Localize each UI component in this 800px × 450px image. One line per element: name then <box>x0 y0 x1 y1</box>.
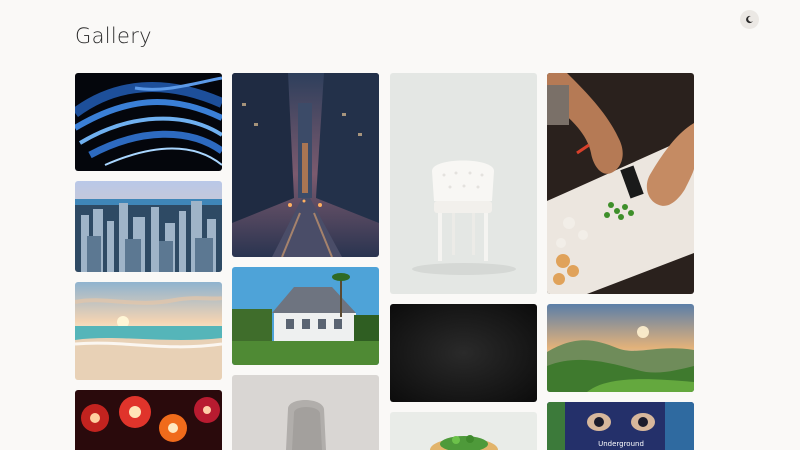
photo-beach-sunset[interactable] <box>75 282 222 380</box>
moon-icon <box>746 15 753 24</box>
theme-toggle-button[interactable] <box>740 10 759 29</box>
photo-chef-chopping[interactable] <box>547 73 694 294</box>
page-title: Gallery <box>75 24 152 48</box>
photo-white-chair[interactable] <box>390 73 537 294</box>
photo-food-bowl[interactable] <box>390 412 537 450</box>
photo-green-mountains[interactable] <box>547 304 694 392</box>
photo-red-bulbs[interactable] <box>75 390 222 450</box>
photo-dark-texture[interactable] <box>390 304 537 402</box>
street-art-sign-text: Underground <box>598 440 644 448</box>
photo-suburban-house[interactable] <box>232 267 379 365</box>
photo-street-art[interactable]: Underground <box>547 402 694 450</box>
gallery-page: Gallery Underground <box>0 0 800 450</box>
photo-grey-chair[interactable] <box>232 375 379 450</box>
photo-city-street-night[interactable] <box>232 73 379 257</box>
photo-abstract-light-trails[interactable] <box>75 73 222 171</box>
photo-city-skyline[interactable] <box>75 181 222 272</box>
